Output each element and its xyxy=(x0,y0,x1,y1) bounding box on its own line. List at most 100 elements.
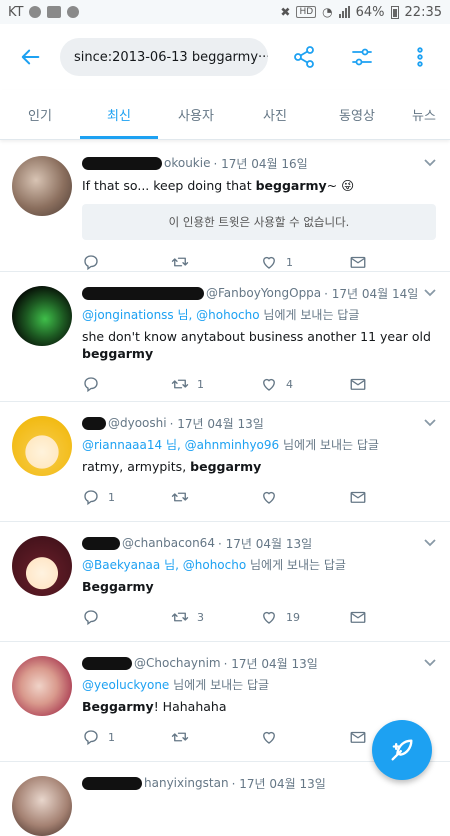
redacted-name xyxy=(82,776,142,790)
retweet-count: 3 xyxy=(197,610,204,624)
like-count: 4 xyxy=(286,377,293,391)
heart-icon xyxy=(263,611,275,624)
retweet-button[interactable] xyxy=(171,728,260,746)
reply-icon xyxy=(84,377,98,393)
reply-to-line: @Baekyanaa 님, @hohocho 님에게 보내는 답글 xyxy=(82,556,438,573)
tweet-item[interactable]: okoukie · 17년 04월 16일 If that so... keep… xyxy=(0,142,450,272)
chevron-down-icon[interactable] xyxy=(422,654,438,670)
chevron-down-icon[interactable] xyxy=(422,534,438,550)
back-button[interactable] xyxy=(14,40,48,74)
avatar[interactable] xyxy=(12,156,72,216)
retweet-icon xyxy=(171,492,189,502)
battery-percent: 64% xyxy=(355,4,385,20)
tweet-text-plain: she don't know anytabout business anothe… xyxy=(82,329,431,344)
avatar[interactable] xyxy=(12,776,72,836)
tweet-handle[interactable]: hanyixingstan xyxy=(144,776,229,790)
dm-share-button[interactable] xyxy=(349,488,438,506)
reply-icon xyxy=(84,730,98,746)
tab-news[interactable]: 뉴스 xyxy=(398,90,450,139)
tweet-item[interactable]: @FanboyYongOppa · 17년 04월 14일 @jonginati… xyxy=(0,272,450,402)
reply-suffix: 님에게 보내는 답글 xyxy=(279,438,379,452)
tweet-handle[interactable]: @FanboyYongOppa xyxy=(206,286,321,300)
tweet-handle[interactable]: @dyooshi xyxy=(108,416,167,430)
tab-photos[interactable]: 사진 xyxy=(234,90,316,139)
reply-mentions[interactable]: @Baekyanaa 님, @hohocho xyxy=(82,558,246,572)
tweet-text-highlight: beggarmy xyxy=(190,459,262,474)
avatar[interactable] xyxy=(12,416,72,476)
chevron-down-icon[interactable] xyxy=(422,154,438,170)
filter-button[interactable] xyxy=(342,37,382,77)
talk-notification-icon xyxy=(29,6,42,18)
retweet-button[interactable]: 1 xyxy=(171,375,260,393)
tweet-meta: @Chochaynim · 17년 04월 13일 xyxy=(82,654,438,672)
dm-share-button[interactable] xyxy=(349,608,438,626)
dm-share-button[interactable] xyxy=(349,375,438,393)
tweet-feed: okoukie · 17년 04월 16일 If that so... keep… xyxy=(0,142,450,836)
compose-tweet-button[interactable] xyxy=(372,720,432,780)
avatar[interactable] xyxy=(12,656,72,716)
heart-icon xyxy=(263,491,275,504)
like-button[interactable]: 4 xyxy=(260,375,349,393)
more-options-button[interactable] xyxy=(400,37,440,77)
tweet-meta: @chanbacon64 · 17년 04월 13일 xyxy=(82,534,438,552)
status-bar: KT ✖ HD ◔ 64% 22:35 xyxy=(0,0,450,24)
heart-icon xyxy=(263,378,275,391)
reply-button[interactable] xyxy=(82,375,171,393)
tweet-handle[interactable]: @Chochaynim xyxy=(134,656,221,670)
like-button[interactable] xyxy=(260,488,349,506)
reply-button[interactable]: 1 xyxy=(82,488,171,506)
tweet-text-suffix: ! Hahahaha xyxy=(153,699,227,714)
tweet-text-suffix: ~ 😜 xyxy=(326,178,355,193)
signal-icon xyxy=(338,6,350,18)
reply-button[interactable] xyxy=(82,608,171,626)
carrier-label: KT xyxy=(8,4,24,20)
tab-people[interactable]: 사용자 xyxy=(158,90,234,139)
like-button[interactable] xyxy=(260,728,349,746)
retweet-button[interactable] xyxy=(171,253,260,271)
reply-to-line: @jonginationss 님, @hohocho 님에게 보내는 답글 xyxy=(82,306,438,323)
reply-count: 1 xyxy=(108,730,115,744)
retweet-button[interactable] xyxy=(171,488,260,506)
chevron-down-icon[interactable] xyxy=(422,414,438,430)
tweet-actions: 1 xyxy=(82,475,438,519)
retweet-button[interactable]: 3 xyxy=(171,608,260,626)
tweet-text: ratmy, armypits, beggarmy xyxy=(82,458,438,475)
dm-share-button[interactable] xyxy=(349,253,438,271)
avatar[interactable] xyxy=(12,536,72,596)
envelope-icon xyxy=(350,611,366,623)
battery-icon xyxy=(390,5,399,19)
reply-icon xyxy=(84,255,98,271)
tweet-meta: @FanboyYongOppa · 17년 04월 14일 xyxy=(82,284,438,302)
retweet-icon xyxy=(171,379,189,389)
heart-icon xyxy=(263,256,275,269)
like-button[interactable]: 1 xyxy=(260,253,349,271)
search-input[interactable]: since:2013-06-13 beggarmy··· xyxy=(60,38,268,76)
tab-videos[interactable]: 동영상 xyxy=(316,90,398,139)
reply-mentions[interactable]: @riannaaa14 님, @ahnminhyo96 xyxy=(82,438,279,452)
like-count: 19 xyxy=(286,610,300,624)
reply-suffix: 님에게 보내는 답글 xyxy=(259,308,360,322)
tweet-actions: 3 19 xyxy=(82,595,438,639)
tweet-meta: @dyooshi · 17년 04월 13일 xyxy=(82,414,438,432)
tweet-text-highlight: beggarmy xyxy=(255,178,327,193)
tweet-item[interactable]: @chanbacon64 · 17년 04월 13일 @Baekyanaa 님,… xyxy=(0,522,450,642)
tweet-meta: okoukie · 17년 04월 16일 xyxy=(82,154,438,172)
reply-button[interactable]: 1 xyxy=(82,728,171,746)
tweet-text-highlight: beggarmy xyxy=(82,346,154,361)
redacted-name xyxy=(82,656,132,670)
reply-button[interactable] xyxy=(82,253,171,271)
like-button[interactable]: 19 xyxy=(260,608,349,626)
avatar[interactable] xyxy=(12,286,72,346)
retweet-count: 1 xyxy=(197,377,204,391)
tab-top[interactable]: 인기 xyxy=(0,90,80,139)
sliders-icon xyxy=(352,48,372,66)
reply-mentions[interactable]: @jonginationss 님, @hohocho xyxy=(82,308,260,322)
reply-mentions[interactable]: @yeoluckyone xyxy=(82,678,169,692)
tweet-handle[interactable]: @chanbacon64 xyxy=(122,536,215,550)
chevron-down-icon[interactable] xyxy=(422,284,438,300)
tweet-handle[interactable]: okoukie xyxy=(164,156,210,170)
share-button[interactable] xyxy=(284,37,324,77)
tweet-item[interactable]: @dyooshi · 17년 04월 13일 @riannaaa14 님, @a… xyxy=(0,402,450,522)
arrow-left-icon xyxy=(21,49,40,65)
tab-latest[interactable]: 최신 xyxy=(80,90,158,139)
